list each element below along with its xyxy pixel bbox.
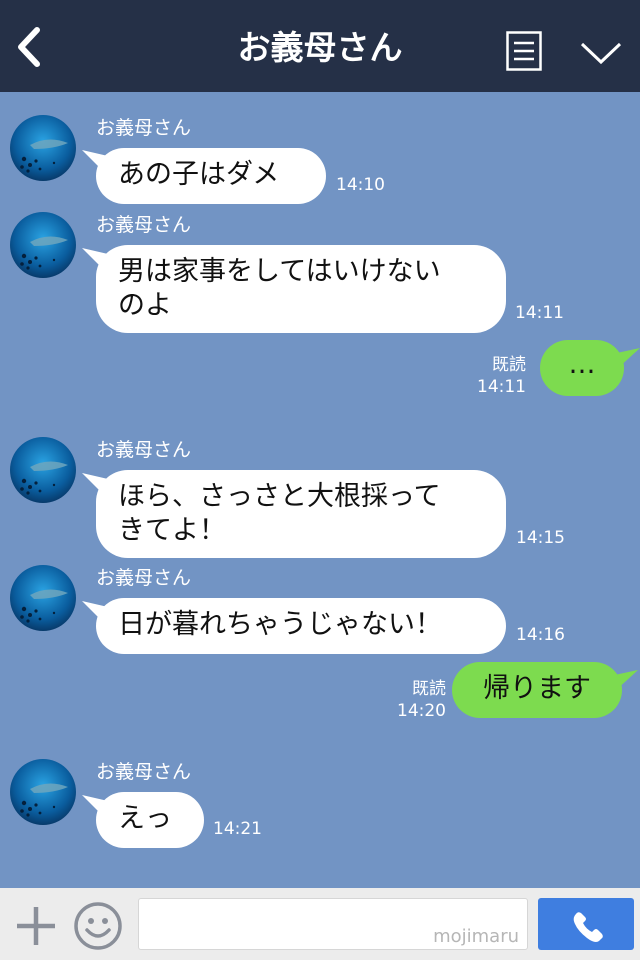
sender-name: お義母さん <box>96 761 192 783</box>
read-receipt: 既読 14:11 <box>470 354 526 398</box>
phone-icon <box>573 912 603 942</box>
avatar[interactable] <box>10 115 76 181</box>
message-time: 14:11 <box>515 303 564 323</box>
message-text-line: ほら、さっさと大根採って <box>118 481 441 512</box>
avatar[interactable] <box>10 759 76 825</box>
message-bubble: 帰ります <box>452 662 622 718</box>
message-text: … <box>568 349 596 380</box>
read-receipt: 既読 14:20 <box>382 678 446 722</box>
sender-name: お義母さん <box>96 439 192 461</box>
message-bubble: … <box>540 340 624 396</box>
sender-name: お義母さん <box>96 567 192 589</box>
message-time: 14:10 <box>336 175 385 195</box>
menu-icon[interactable] <box>506 31 542 71</box>
message-bubble: えっ <box>96 792 204 848</box>
avatar[interactable] <box>10 437 76 503</box>
message-text: 帰ります <box>483 673 591 704</box>
smiley-icon[interactable] <box>72 900 124 952</box>
message-time: 14:16 <box>516 625 565 645</box>
chat-title: お義母さん <box>237 28 403 67</box>
message-input[interactable]: mojimaru <box>138 898 528 950</box>
avatar[interactable] <box>10 212 76 278</box>
message-text: あの子はダメ <box>118 159 280 190</box>
message-bubble: 男は家事をしてはいけない のよ <box>96 245 506 333</box>
chat-header: お義母さん <box>0 0 640 92</box>
read-label: 既読 <box>412 679 446 699</box>
message-bubble: あの子はダメ <box>96 148 326 204</box>
message-text-line: きてよ！ <box>118 515 226 546</box>
sender-name: お義母さん <box>96 214 192 236</box>
message-text: 日が暮れちゃうじゃない！ <box>118 609 442 640</box>
message-time: 14:21 <box>213 819 262 839</box>
message-time: 14:20 <box>397 701 446 721</box>
watermark-text: mojimaru <box>433 926 519 947</box>
message-bubble: 日が暮れちゃうじゃない！ <box>96 598 506 654</box>
chevron-left-icon[interactable] <box>10 22 50 72</box>
plus-icon[interactable] <box>14 904 58 948</box>
message-time: 14:15 <box>516 528 565 548</box>
input-bar: mojimaru <box>0 888 640 960</box>
message-bubble: ほら、さっさと大根採って きてよ！ <box>96 470 506 558</box>
message-text-line: のよ <box>118 290 172 321</box>
chevron-down-icon[interactable] <box>578 38 624 68</box>
message-text-line: 男は家事をしてはいけない <box>118 256 441 287</box>
avatar[interactable] <box>10 565 76 631</box>
sender-name: お義母さん <box>96 117 192 139</box>
message-text: えっ <box>118 803 172 834</box>
call-button[interactable] <box>538 898 634 950</box>
read-label: 既読 <box>492 355 526 375</box>
message-time: 14:11 <box>477 377 526 397</box>
